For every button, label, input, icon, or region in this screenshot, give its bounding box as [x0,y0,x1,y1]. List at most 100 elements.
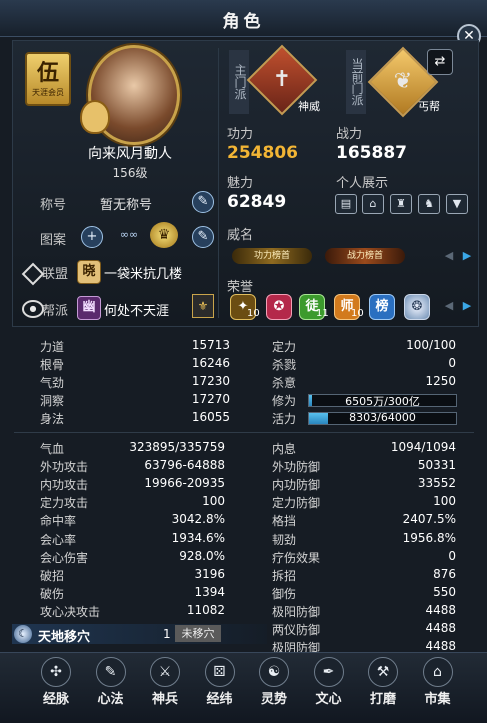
character-window: 角色 ✕ 伍 天涯会员 向来风月動人 156级 称号 暂无称号 ✎ 图案 + ∞… [0,0,487,723]
nav-label-3[interactable]: 经纬 [195,688,245,707]
guild-emblem-icon[interactable]: ⚜ [192,294,214,318]
nav-label-1[interactable]: 心法 [86,688,136,707]
honor-prev-button[interactable]: ◀ [444,299,454,313]
combat-stat-value: 4488 [425,639,456,654]
attribute-label: 力道 [40,340,65,354]
combat-stat-value: 3042.8% [171,512,225,527]
combat-stat-label: 内功攻击 [40,478,89,493]
robe-icon[interactable]: ▼ [446,194,468,214]
attribute-label: 定力 [272,340,297,354]
combat-stat-label: 极阳防御 [272,604,321,619]
switch-sect-button[interactable]: ⇄ [427,49,453,75]
combat-stat-value: 928.0% [179,548,225,563]
combat-stat-label: 内功防御 [272,478,321,493]
guild-badge: 幽 [77,296,101,320]
combat-stat-value: 1956.8% [402,530,456,545]
meridian-icon[interactable]: ✣ [41,657,71,687]
huoli-bar: 8303/64000 [308,411,457,425]
nav-label-0[interactable]: 经脉 [31,688,81,707]
display-label: 个人展示 [336,176,389,191]
alliance-name[interactable]: 一袋米抗几楼 [104,263,182,282]
combat-stat-value: 63796-64888 [144,458,225,473]
rank-char: 伍 [36,61,59,86]
tiandi-status-button[interactable]: 未移穴 [175,625,221,642]
combat-stat-label: 御伤 [272,586,297,601]
zhanli-value: 165887 [336,143,407,163]
sword-icon[interactable]: ⚔ [150,657,180,687]
id-card-icon[interactable]: ▤ [335,194,357,214]
scroll-icon[interactable]: ✎ [95,657,126,687]
huoli-text: 8303/64000 [349,411,416,424]
market-icon[interactable]: ⌂ [422,657,453,687]
attribute-value: 1250 [425,374,456,388]
combat-stat-label: 韧劲 [272,532,297,547]
honor-count-2: 11 [316,308,329,319]
combat-stat-label: 会心伤害 [40,550,89,565]
nav-label-6[interactable]: 打磨 [358,688,408,707]
column-divider [218,48,219,318]
combat-stat-label: 命中率 [40,514,77,529]
combat-stat-value: 0 [448,548,456,563]
weiming-next-button[interactable]: ▶ [462,249,472,263]
edit-pattern-button[interactable]: ✎ [192,226,214,248]
honor-gem-icon[interactable]: ❂ [404,294,430,320]
nav-label-7[interactable]: 市集 [413,688,463,707]
combat-stat-value: 100 [433,494,456,509]
title-value: 暂无称号 [100,198,153,213]
guild-eye-icon: ● [22,300,44,318]
honor-shield-icon[interactable]: ✪ [266,294,292,320]
honor-next-button[interactable]: ▶ [462,299,472,313]
main-sect-name: 神威 [298,100,320,113]
player-name: 向来风月動人 [88,146,172,162]
brush-icon[interactable]: ✒ [313,657,344,687]
current-sect-name: 丐帮 [418,100,440,113]
house-icon[interactable]: ⌂ [362,194,384,214]
castle-icon[interactable]: ♜ [390,194,412,214]
honor-bang-icon[interactable]: 榜 [369,294,395,320]
attribute-label: 根骨 [40,358,65,372]
hammer-icon[interactable]: ⚒ [368,657,398,687]
nav-label-4[interactable]: 灵势 [249,688,299,707]
weiming-prev-button[interactable]: ◀ [444,249,454,263]
combat-stat-value: 1394 [194,584,225,599]
tiandi-count: 1 [163,627,171,641]
weiming-ribbon-1[interactable]: 功力榜首 [232,248,312,264]
combat-stat-label: 拆招 [272,568,297,583]
cloud-pattern-icon[interactable]: ∞∞ [112,228,146,242]
xiuwei-label: 修为 [272,394,297,408]
attribute-value: 16246 [191,356,230,370]
combat-stat-value: 4488 [425,621,456,635]
combat-stat-label: 外功防御 [272,460,321,475]
combat-stat-value: 550 [433,584,456,599]
guild-label: 帮派 [42,304,69,319]
spirit-icon[interactable]: ☯ [259,657,289,687]
edit-title-button[interactable]: ✎ [192,191,214,213]
main-sect-label: 主门派 [229,50,249,114]
attribute-label: 气劲 [40,376,65,390]
huoli-label: 活力 [272,412,297,426]
attribute-label: 杀戮 [272,358,297,372]
combat-stat-label: 内息 [272,442,297,456]
weiming-ribbon-2[interactable]: 战力榜首 [325,248,405,264]
rank-badge[interactable]: 伍 天涯会员 [25,52,71,106]
grid-icon[interactable]: ⚄ [204,657,235,687]
gongli-value: 254806 [227,143,298,163]
combat-stat-value: 3196 [194,566,225,581]
meili-value: 62849 [227,192,287,212]
combat-stat-label: 破伤 [40,586,65,601]
guild-name[interactable]: 何处不天涯 [104,300,169,319]
nav-label-2[interactable]: 神兵 [140,688,190,707]
combat-stat-label: 格挡 [272,514,297,529]
add-pattern-button[interactable]: + [81,226,103,248]
nav-label-5[interactable]: 文心 [304,688,354,707]
combat-stat-label: 气血 [40,442,65,456]
title-label: 称号 [40,198,67,213]
combat-stat-value: 33552 [417,476,456,491]
combat-stat-label: 定力防御 [272,496,321,511]
combat-stat-value: 19966-20935 [144,476,225,491]
horse-icon[interactable]: ♞ [418,194,440,214]
honor-count-1: 10 [247,308,260,319]
section-divider [14,432,474,433]
crown-pattern-icon[interactable]: ♛ [150,222,178,248]
combat-stat-value: 876 [433,566,456,581]
